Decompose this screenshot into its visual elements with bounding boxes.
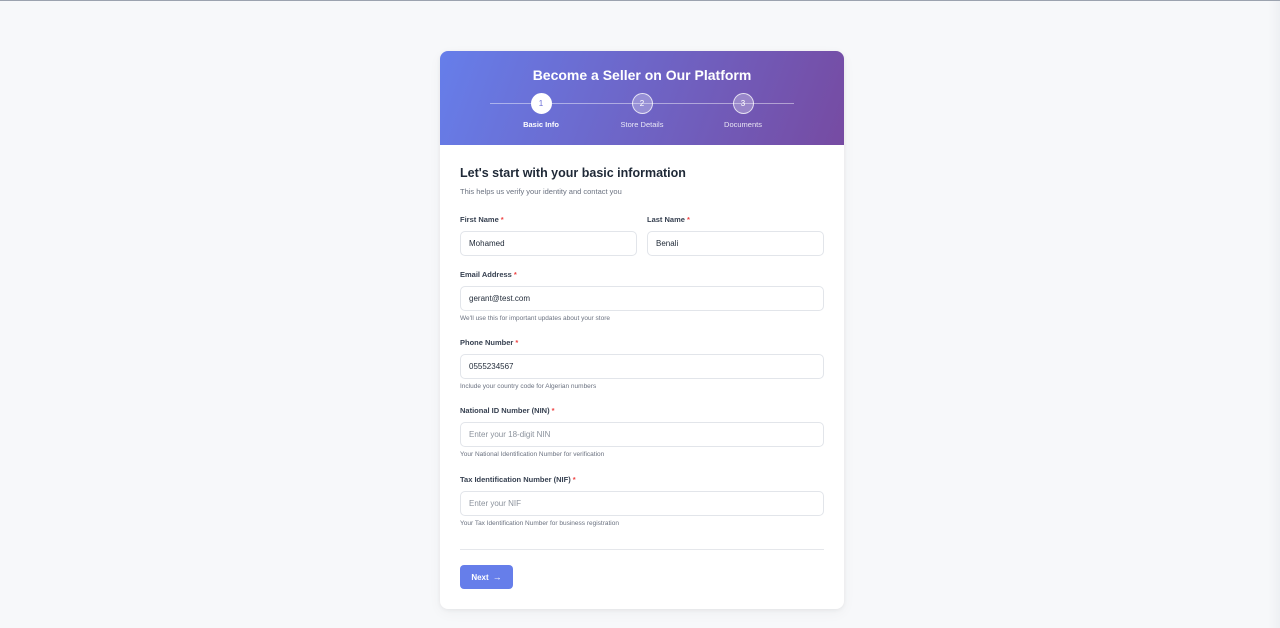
form-divider xyxy=(460,549,824,550)
last-name-label: Last Name * xyxy=(647,215,690,224)
nif-help: Your Tax Identification Number for busin… xyxy=(460,520,619,527)
nif-label: Tax Identification Number (NIF) * xyxy=(460,475,576,484)
seller-registration-card: Become a Seller on Our Platform 1 Basic … xyxy=(440,51,844,609)
phone-label: Phone Number * xyxy=(460,338,519,347)
nin-label: National ID Number (NIN) * xyxy=(460,406,555,415)
nin-help: Your National Identification Number for … xyxy=(460,451,605,458)
required-marker: * xyxy=(572,475,576,484)
scrollbar-track[interactable] xyxy=(1268,1,1280,628)
step-number: 2 xyxy=(631,93,653,114)
phone-field: Phone Number* Include your country code … xyxy=(460,338,824,390)
next-button-label: Next xyxy=(471,572,489,582)
nif-field: Tax Identification Number (NIF)* Your Ta… xyxy=(460,475,824,527)
required-marker: * xyxy=(500,215,504,224)
form-subheading: This helps us verify your identity and c… xyxy=(460,187,622,196)
step-store-details: 2 Store Details xyxy=(602,93,682,129)
last-name-input[interactable] xyxy=(647,231,824,256)
step-basic-info: 1 Basic Info xyxy=(501,93,581,129)
card-header: Become a Seller on Our Platform 1 Basic … xyxy=(440,51,844,145)
email-help: We'll use this for important updates abo… xyxy=(460,315,610,322)
phone-help: Include your country code for Algerian n… xyxy=(460,383,597,390)
required-marker: * xyxy=(551,406,555,415)
next-button[interactable]: Next → xyxy=(460,565,513,589)
form-heading: Let's start with your basic information xyxy=(460,166,686,180)
step-documents: 3 Documents xyxy=(703,93,783,129)
step-number: 1 xyxy=(530,93,552,114)
arrow-right-icon: → xyxy=(492,571,502,582)
step-label: Basic Info xyxy=(523,120,559,129)
nif-input[interactable] xyxy=(460,491,824,516)
page-title: Become a Seller on Our Platform xyxy=(532,67,752,83)
last-name-field: Last Name * xyxy=(647,215,824,256)
email-label: Email Address * xyxy=(460,270,517,279)
required-marker: * xyxy=(686,215,690,224)
required-marker: * xyxy=(513,270,517,279)
step-label: Documents xyxy=(724,120,762,129)
nin-field: National ID Number (NIN)* Your National … xyxy=(460,406,824,458)
phone-input[interactable] xyxy=(460,354,824,379)
nin-input[interactable] xyxy=(460,422,824,447)
first-name-input[interactable] xyxy=(460,231,637,256)
required-marker: * xyxy=(515,338,519,347)
first-name-field: First Name * xyxy=(460,215,637,256)
email-input[interactable] xyxy=(460,286,824,311)
step-label: Store Details xyxy=(620,120,664,129)
step-number: 3 xyxy=(732,93,754,114)
window-top-border xyxy=(0,0,1280,1)
email-field: Email Address* We'll use this for import… xyxy=(460,270,824,322)
first-name-label: First Name * xyxy=(460,215,504,224)
